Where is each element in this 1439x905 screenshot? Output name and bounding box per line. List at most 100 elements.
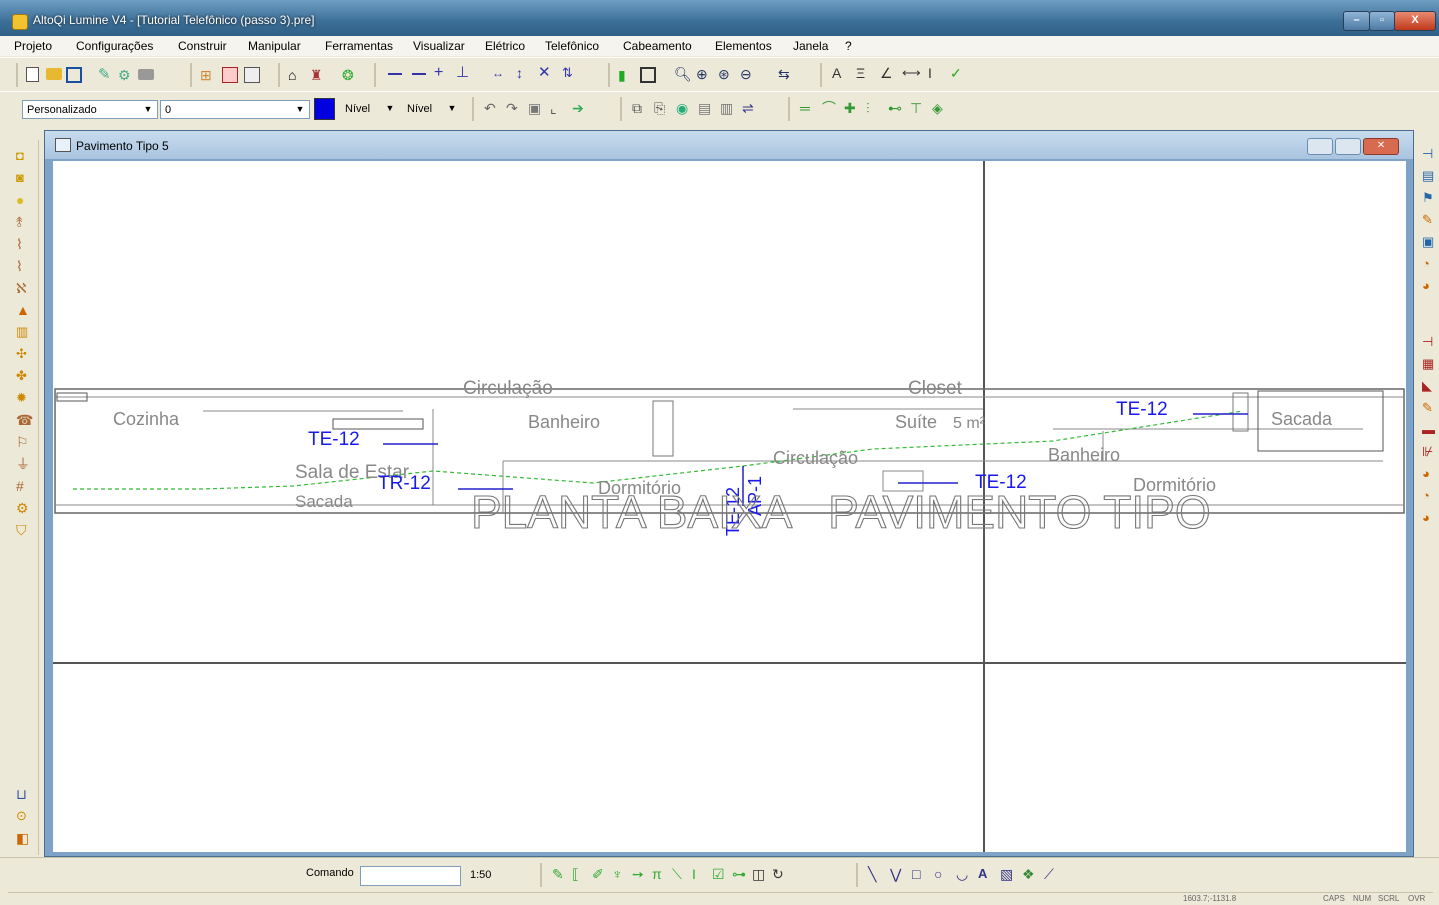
pi-icon[interactable]: π	[652, 866, 668, 882]
zoom-all-icon[interactable]: ⊛	[718, 66, 734, 82]
diagonal-line-icon[interactable]: ╲	[868, 866, 884, 882]
connector-icon[interactable]: ⊶	[732, 866, 748, 882]
bell-icon[interactable]: ▲	[16, 302, 32, 318]
tool6-icon[interactable]: ◔	[1422, 488, 1438, 504]
print-icon[interactable]	[138, 69, 154, 80]
text-icon[interactable]: A	[832, 65, 848, 81]
close-button[interactable]: X	[1394, 11, 1436, 31]
line2-icon[interactable]	[412, 73, 426, 75]
riser-icon[interactable]: ⫶	[866, 100, 882, 116]
box-icon[interactable]: ◫	[752, 866, 768, 882]
tree-icon[interactable]: ⊞	[200, 67, 216, 83]
menu-eletrico[interactable]: Elétrico	[485, 39, 525, 53]
link-icon[interactable]: ⇌	[742, 100, 758, 116]
network-icon[interactable]: ⊣	[1422, 146, 1438, 162]
nivel-combo-2[interactable]: Nível ▼	[403, 100, 461, 119]
polyline-icon[interactable]: ⋁	[890, 866, 906, 882]
drawing-canvas[interactable]: Circulação Cozinha Banheiro Closet Suíte…	[53, 161, 1406, 852]
menu-help[interactable]: ?	[845, 39, 852, 53]
tag-icon[interactable]: ⊙	[16, 808, 32, 824]
hatch-icon[interactable]: ▧	[1000, 866, 1016, 882]
split-icon[interactable]: ⇅	[562, 65, 578, 81]
layer-icon[interactable]: ▮	[618, 67, 634, 83]
menu-telefonico[interactable]: Telefônico	[545, 39, 599, 53]
color-swatch[interactable]	[314, 98, 335, 120]
height-icon[interactable]: Ι	[928, 65, 944, 81]
menu-construir[interactable]: Construir	[178, 39, 227, 53]
panel-icon[interactable]: ▥	[16, 324, 32, 340]
switch-icon[interactable]: ◙	[16, 170, 32, 186]
cabinet-icon[interactable]: ⊣	[1422, 334, 1438, 350]
rectangle-icon[interactable]: □	[912, 866, 928, 882]
minimize-button[interactable]: –	[1343, 11, 1370, 31]
style-combo[interactable]: Personalizado ▼	[22, 100, 158, 119]
i-beam-icon[interactable]: Ι	[692, 866, 708, 882]
check-icon[interactable]: ✓	[950, 65, 966, 81]
redo-icon[interactable]: ↷	[506, 100, 522, 116]
component-icon[interactable]: ◧	[16, 830, 32, 846]
wire2-icon[interactable]: ⌇	[16, 258, 32, 274]
text-tool-icon[interactable]: A	[978, 866, 994, 882]
properties-icon[interactable]: ⚙	[118, 67, 134, 83]
cross-icon[interactable]: +	[434, 65, 450, 81]
measure-icon[interactable]: ⌂	[288, 67, 304, 83]
perpendicular-icon[interactable]: ⊥	[456, 65, 472, 81]
globe-icon[interactable]: ◉	[676, 100, 692, 116]
symbol-icon[interactable]: ♜	[310, 67, 326, 83]
lamp-icon[interactable]: ●	[16, 192, 32, 208]
block-icon[interactable]: ❖	[1022, 866, 1038, 882]
pan-icon[interactable]: ⇆	[778, 66, 794, 82]
device2-icon[interactable]: ◕	[1422, 278, 1438, 294]
save-icon[interactable]	[66, 67, 82, 83]
menu-manipular[interactable]: Manipular	[248, 39, 301, 53]
doc-close-button[interactable]: ✕	[1363, 138, 1399, 155]
edit-icon[interactable]: ✎	[98, 67, 114, 83]
frame-icon[interactable]	[640, 67, 656, 83]
menu-elementos[interactable]: Elementos	[715, 39, 772, 53]
tool5-icon[interactable]: ◕	[1422, 466, 1438, 482]
tower-icon[interactable]: ♆	[612, 866, 628, 882]
menu-ferramentas[interactable]: Ferramentas	[325, 39, 393, 53]
command-input[interactable]	[360, 866, 461, 886]
zoom-in-icon[interactable]: ⊕	[696, 66, 712, 82]
cable-label-te-1[interactable]: TE-12	[308, 429, 360, 450]
pendant-icon[interactable]: ⥉	[16, 214, 32, 230]
gear-icon[interactable]: ⚙	[16, 500, 32, 516]
cross-wire-icon[interactable]: ℵ	[16, 280, 32, 296]
tee-icon[interactable]: ⊤	[910, 100, 926, 116]
cabinet2-icon[interactable]: ▦	[1422, 356, 1438, 372]
antenna-icon[interactable]: ⚐	[16, 434, 32, 450]
tool3-icon[interactable]: ▬	[1422, 422, 1438, 438]
motor-icon[interactable]: ✹	[16, 390, 32, 406]
ground-icon[interactable]: ⏚	[16, 456, 32, 472]
corner-icon[interactable]: ⌞	[550, 100, 566, 116]
floor-plan-drawing[interactable]: Circulação Cozinha Banheiro Closet Suíte…	[53, 161, 1406, 852]
angle-icon[interactable]: ∠	[880, 65, 896, 81]
zoom-window-icon[interactable]: 🔍︎	[674, 66, 692, 82]
brush-icon[interactable]: ✐	[592, 866, 608, 882]
wand-icon[interactable]: ⟋	[1044, 866, 1060, 882]
flag-icon[interactable]: ⚑	[1422, 190, 1438, 206]
new-file-icon[interactable]	[26, 67, 39, 82]
nivel-combo-1[interactable]: Nível ▼	[341, 100, 399, 119]
report-icon[interactable]: ▥	[720, 100, 736, 116]
slope-icon[interactable]: ⟍	[672, 866, 688, 882]
align-icon[interactable]: Ξ	[856, 65, 872, 81]
refresh-icon[interactable]: ❂	[342, 67, 358, 83]
width-icon[interactable]: ⟷	[902, 65, 921, 81]
hash-icon[interactable]: #	[16, 478, 32, 494]
menu-cabeamento[interactable]: Cabeamento	[623, 39, 692, 53]
curve-icon[interactable]: ⌒	[822, 100, 838, 116]
maximize-button[interactable]: ▫	[1369, 11, 1395, 31]
menu-projeto[interactable]: Projeto	[14, 39, 52, 53]
circle-icon[interactable]: ○	[934, 866, 950, 882]
shield-icon[interactable]: ⛉	[16, 522, 32, 538]
menu-visualizar[interactable]: Visualizar	[413, 39, 465, 53]
open-folder-icon[interactable]	[46, 68, 62, 80]
paste-icon[interactable]: ⎘	[654, 100, 670, 116]
wrench-icon[interactable]: ✎	[1422, 212, 1438, 228]
bracket-icon[interactable]: ⟦	[572, 866, 588, 882]
menu-janela[interactable]: Janela	[793, 39, 828, 53]
tool2-icon[interactable]: ✎	[1422, 400, 1438, 416]
arrow-icon[interactable]: ➙	[632, 866, 648, 882]
